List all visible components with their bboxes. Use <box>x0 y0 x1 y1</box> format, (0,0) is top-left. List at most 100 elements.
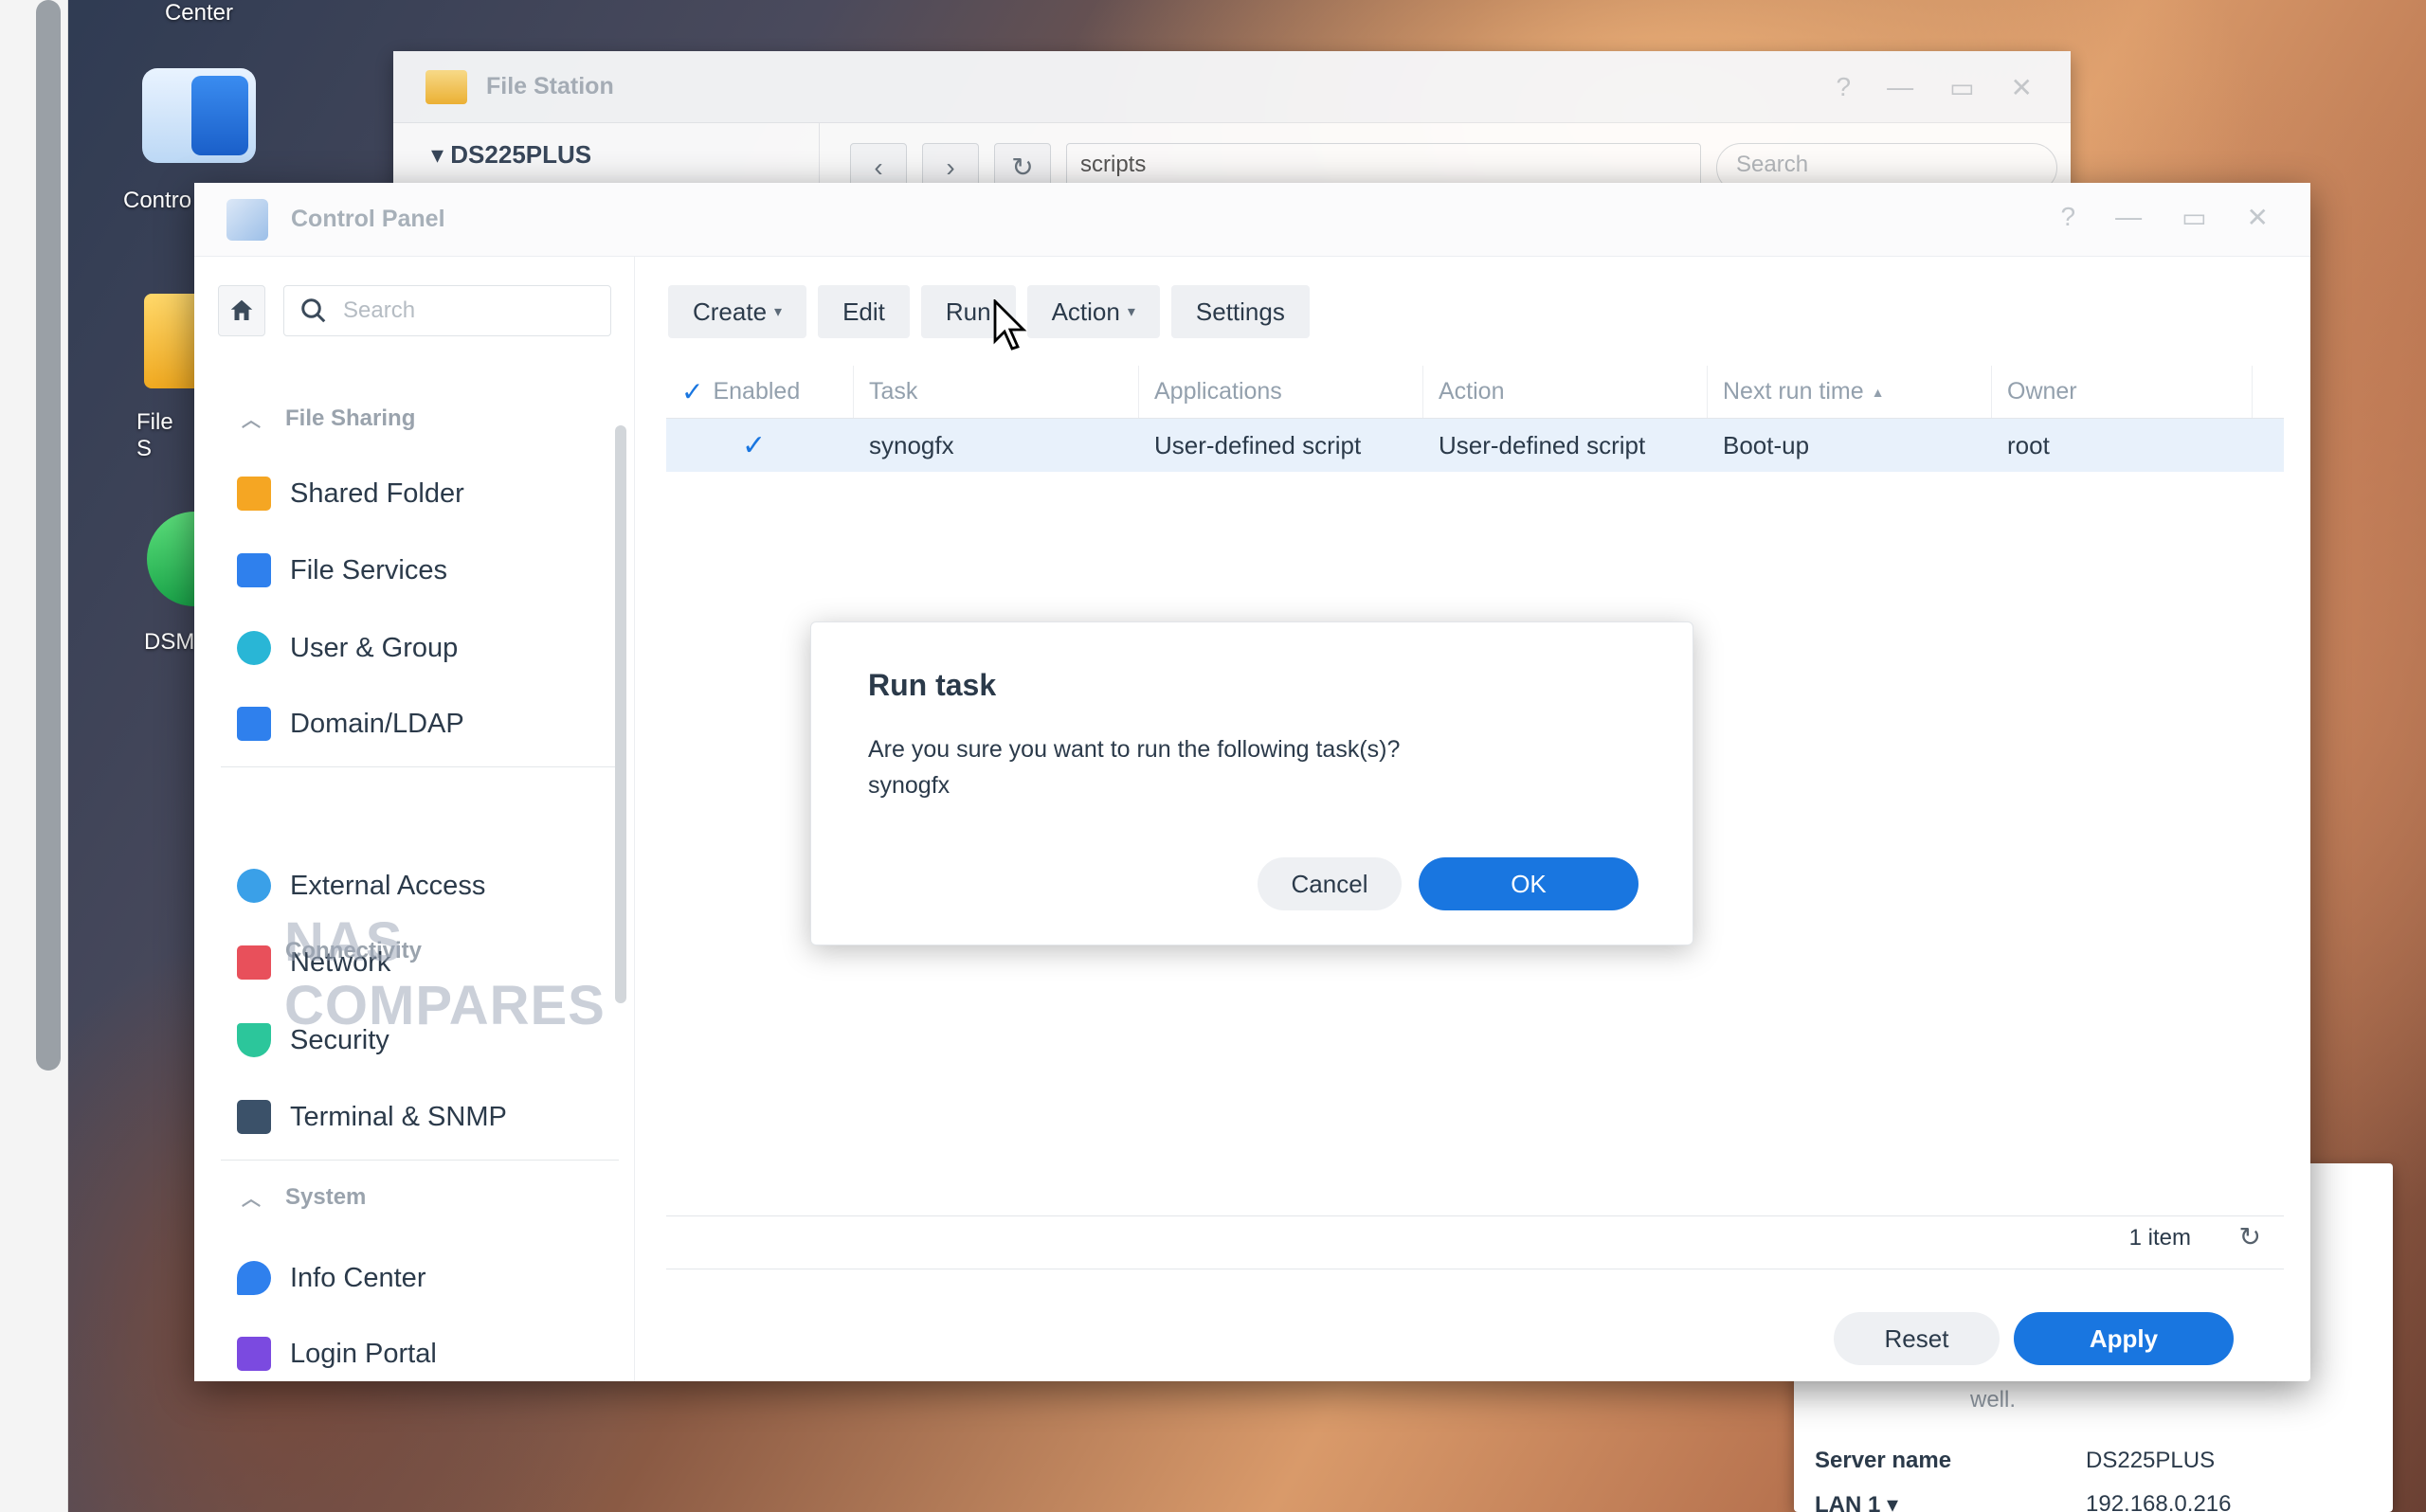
file-station-titlebar[interactable]: File Station ? — ▭ ✕ <box>393 51 2071 123</box>
directory-icon <box>237 707 271 741</box>
search-icon <box>301 298 326 323</box>
column-label: Next run time <box>1723 378 1864 405</box>
sidebar-item-file-services[interactable]: File Services <box>237 553 447 587</box>
apply-button[interactable]: Apply <box>2014 1312 2234 1365</box>
sidebar: Search ︿ File Sharing Shared Folder File… <box>194 257 635 1381</box>
shield-icon <box>237 1023 271 1057</box>
section-system[interactable]: ︿ System <box>242 1183 366 1211</box>
folder-icon <box>425 69 467 104</box>
users-icon <box>237 631 271 665</box>
column-enabled[interactable]: ✓ Enabled <box>666 366 854 418</box>
column-applications[interactable]: Applications <box>1139 366 1423 418</box>
dialog-title: Run task <box>868 668 997 702</box>
sidebar-item-user-group[interactable]: User & Group <box>237 631 458 665</box>
sidebar-item-label: Terminal & SNMP <box>290 1101 507 1132</box>
sidebar-divider <box>221 766 619 767</box>
reset-button[interactable]: Reset <box>1834 1312 2000 1365</box>
sidebar-item-login-portal[interactable]: Login Portal <box>237 1337 437 1371</box>
chevron-up-icon: ︿ <box>242 410 261 431</box>
sidebar-item-label: Domain/LDAP <box>290 708 464 739</box>
section-label: File Sharing <box>285 405 416 431</box>
lan-value: 192.168.0.216 <box>2086 1491 2232 1512</box>
maximize-icon[interactable]: ▭ <box>2182 202 2206 233</box>
toolbar: Create ▾ Edit Run Action ▾ Settings <box>668 285 1310 338</box>
help-icon[interactable]: ? <box>1836 72 1851 103</box>
minimize-icon[interactable]: — <box>1887 72 1913 103</box>
settings-button[interactable]: Settings <box>1170 285 1310 338</box>
close-icon[interactable]: ✕ <box>2011 72 2033 103</box>
globe-icon <box>237 869 271 903</box>
edit-button[interactable]: Edit <box>818 285 910 338</box>
section-label: System <box>285 1183 367 1210</box>
dialog-message: Are you sure you want to run the followi… <box>868 736 1401 763</box>
task-table: ✓ Enabled Task Applications Action Next … <box>666 366 2284 472</box>
watermark-text: NAS COMPARES <box>284 911 606 1036</box>
search-placeholder: Search <box>343 297 416 323</box>
run-task-dialog: Run task Are you sure you want to run th… <box>810 621 1693 945</box>
sidebar-item-label: File Services <box>290 554 447 585</box>
desktop-icon-label: DSM <box>144 629 195 655</box>
checkmark-icon: ✓ <box>742 429 767 461</box>
checkmark-icon: ✓ <box>681 377 704 406</box>
sidebar-item-terminal-snmp[interactable]: Terminal & SNMP <box>237 1100 507 1134</box>
sidebar-item-shared-folder[interactable]: Shared Folder <box>237 477 464 511</box>
table-header: ✓ Enabled Task Applications Action Next … <box>666 366 2284 419</box>
table-row[interactable]: ✓ synogfx User-defined script User-defin… <box>666 419 2284 472</box>
sidebar-item-external-access[interactable]: External Access <box>237 869 485 903</box>
sidebar-item-label: Info Center <box>290 1262 426 1293</box>
file-station-window: File Station ? — ▭ ✕ ▾ DS225PLUS ‹ › ↻ s… <box>393 51 2071 203</box>
help-icon[interactable]: ? <box>2060 202 2075 233</box>
cell-applications: User-defined script <box>1154 430 1362 459</box>
info-pin-icon <box>237 1261 271 1295</box>
cell-action: User-defined script <box>1439 430 1646 459</box>
cancel-button[interactable]: Cancel <box>1258 857 1402 910</box>
file-services-icon <box>237 553 271 587</box>
browser-scrollbar[interactable] <box>36 0 61 1071</box>
close-icon[interactable]: ✕ <box>2247 202 2269 233</box>
enabled-checkbox[interactable]: ✓ <box>666 429 854 462</box>
sidebar-divider <box>221 1160 619 1161</box>
login-portal-icon <box>237 1337 271 1371</box>
sidebar-search-input[interactable]: Search <box>283 285 611 336</box>
mouse-cursor-icon <box>993 299 1027 351</box>
action-button[interactable]: Action ▾ <box>1026 285 1160 338</box>
grid-footer-divider <box>666 1215 2284 1216</box>
sidebar-item-label: External Access <box>290 870 486 901</box>
control-panel-desktop-icon[interactable] <box>142 68 256 163</box>
sidebar-item-label: User & Group <box>290 632 459 663</box>
sidebar-item-domain-ldap[interactable]: Domain/LDAP <box>237 707 464 741</box>
control-panel-titlebar[interactable]: Control Panel ? — ▭ ✕ <box>194 183 2310 257</box>
caret-down-icon: ▾ <box>774 304 783 320</box>
column-owner[interactable]: Owner <box>1992 366 2253 418</box>
tree-root-label: DS225PLUS <box>450 140 592 169</box>
server-name-label: Server name <box>1815 1448 1952 1473</box>
column-task[interactable]: Task <box>854 366 1139 418</box>
cell-owner: root <box>2007 430 2050 459</box>
chevron-up-icon: ︿ <box>242 1189 261 1210</box>
column-action[interactable]: Action <box>1423 366 1708 418</box>
control-panel-title: Control Panel <box>291 206 445 232</box>
network-home-icon <box>237 945 271 980</box>
terminal-icon <box>237 1100 271 1134</box>
folder-icon <box>237 477 271 511</box>
minimize-icon[interactable]: — <box>2115 202 2142 233</box>
home-button[interactable] <box>218 285 265 336</box>
cell-task: synogfx <box>869 430 954 459</box>
refresh-icon[interactable]: ↻ <box>2239 1221 2261 1252</box>
ok-button[interactable]: OK <box>1419 857 1638 910</box>
sidebar-item-info-center[interactable]: Info Center <box>237 1261 425 1295</box>
sort-asc-icon: ▲ <box>1871 384 1885 400</box>
control-panel-window: Control Panel ? — ▭ ✕ Search ︿ File Shar… <box>194 183 2310 1381</box>
caret-down-icon: ▾ <box>1127 304 1135 320</box>
column-next-run-time[interactable]: Next run time ▲ <box>1708 366 1992 418</box>
create-button[interactable]: Create ▾ <box>668 285 807 338</box>
home-icon <box>230 299 253 320</box>
section-file-sharing[interactable]: ︿ File Sharing <box>242 405 415 432</box>
server-name-value: DS225PLUS <box>2086 1448 2216 1473</box>
control-panel-icon <box>226 198 268 241</box>
lan-label[interactable]: LAN 1 ▾ <box>1815 1491 1898 1512</box>
cell-next-run-time: Boot-up <box>1723 430 1810 459</box>
file-station-title: File Station <box>486 73 614 99</box>
maximize-icon[interactable]: ▭ <box>1949 72 1974 103</box>
item-count: 1 item <box>2128 1225 2191 1251</box>
